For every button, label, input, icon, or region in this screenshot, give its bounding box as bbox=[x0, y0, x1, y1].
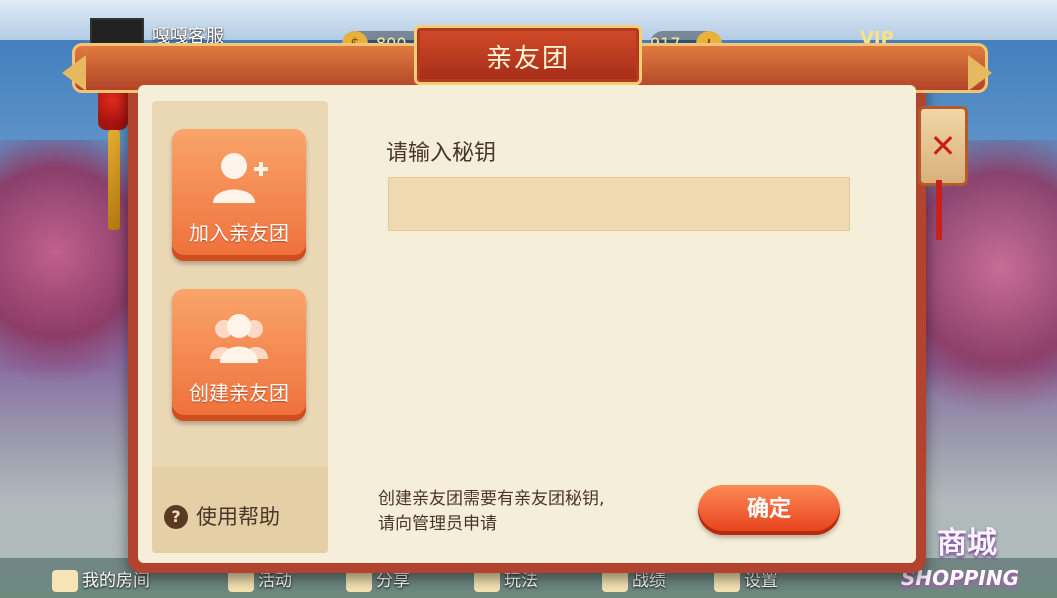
notice-line-1: 创建亲友团需要有亲友团秘钥, bbox=[378, 489, 605, 509]
nav-record-label: 战绩 bbox=[632, 571, 666, 591]
key-input[interactable] bbox=[388, 177, 850, 231]
shop-title[interactable]: 商城 bbox=[937, 518, 997, 562]
create-group-button[interactable]: 创建亲友团 bbox=[172, 289, 306, 421]
nav-share-label: 分享 bbox=[376, 571, 410, 591]
dialog-body: 加入亲友团 创建亲友团 ? 使用帮助 请输入秘钥 创建亲友团需要有亲友团秘钥, … bbox=[138, 85, 916, 563]
key-prompt: 请输入秘钥 bbox=[386, 141, 497, 166]
question-icon: ? bbox=[164, 505, 188, 529]
join-group-button[interactable]: 加入亲友团 bbox=[172, 129, 306, 261]
nav-settings-label: 设置 bbox=[744, 571, 778, 591]
friends-group-dialog: 亲友团 加入亲友团 创建亲友团 ? 使用帮助 请输入秘钥 创建亲友团需要有亲友团… bbox=[62, 25, 992, 573]
rules-icon bbox=[474, 570, 500, 592]
tassel-icon bbox=[936, 180, 942, 240]
confirm-button[interactable]: 确定 bbox=[698, 485, 840, 535]
dialog-title: 亲友团 bbox=[485, 44, 570, 74]
nav-rules-label: 玩法 bbox=[504, 571, 538, 591]
notice-text: 创建亲友团需要有亲友团秘钥, 请向管理员申请 bbox=[378, 487, 678, 537]
house-icon bbox=[52, 570, 78, 592]
dialog-sidebar: 加入亲友团 创建亲友团 ? 使用帮助 bbox=[152, 101, 328, 553]
notice-line-2: 请向管理员申请 bbox=[378, 514, 497, 534]
scroll-end-left-icon bbox=[62, 55, 86, 91]
add-user-icon bbox=[213, 153, 268, 203]
close-icon: ✕ bbox=[929, 127, 957, 165]
nav-my-room-label: 我的房间 bbox=[82, 571, 150, 591]
dialog-title-plate: 亲友团 bbox=[414, 25, 642, 85]
help-label: 使用帮助 bbox=[196, 505, 280, 529]
share-icon bbox=[346, 570, 372, 592]
activity-icon bbox=[228, 570, 254, 592]
close-button[interactable]: ✕ bbox=[918, 106, 968, 186]
gear-icon bbox=[714, 570, 740, 592]
group-icon bbox=[210, 314, 268, 363]
create-group-label: 创建亲友团 bbox=[189, 381, 289, 405]
tassel-icon bbox=[108, 130, 120, 230]
record-icon bbox=[602, 570, 628, 592]
scroll-end-right-icon bbox=[968, 55, 992, 91]
join-group-label: 加入亲友团 bbox=[189, 221, 289, 245]
help-section[interactable]: ? 使用帮助 bbox=[152, 467, 328, 553]
nav-activity-label: 活动 bbox=[258, 571, 292, 591]
